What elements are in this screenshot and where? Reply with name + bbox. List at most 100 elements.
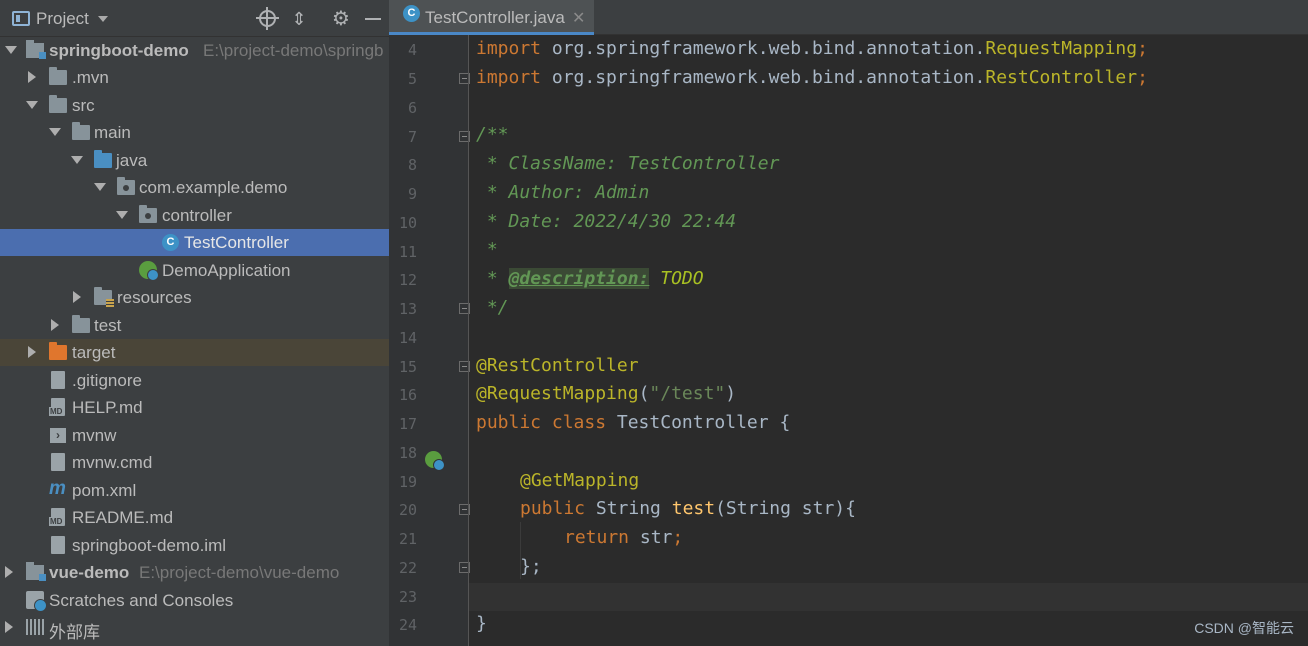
tree-item-label: .mvn [72, 68, 109, 87]
line-number: 16 [398, 386, 417, 404]
project-view-icon [12, 11, 30, 26]
shell-script-icon: › [50, 428, 66, 443]
collapse-all-icon[interactable]: ⇕ [288, 8, 310, 30]
chevron-down-icon[interactable] [5, 46, 17, 54]
tree-item-mvn[interactable]: .mvn [0, 64, 389, 91]
tree-item-mvnw[interactable]: › mvnw [0, 422, 389, 449]
project-view-title[interactable]: Project [36, 9, 89, 29]
line-number: 14 [398, 329, 417, 347]
chevron-down-icon[interactable] [116, 211, 128, 219]
line-number: 12 [398, 271, 417, 289]
tree-item-label: target [72, 343, 116, 362]
java-class-icon: C [403, 5, 420, 22]
tree-item-main[interactable]: main [0, 119, 389, 146]
tree-item-label: controller [162, 206, 232, 225]
chevron-down-icon[interactable] [71, 156, 83, 164]
iml-file-icon [51, 536, 65, 554]
folder-icon [49, 67, 67, 85]
chevron-down-icon[interactable] [98, 16, 108, 22]
tree-item-test[interactable]: test [0, 312, 389, 339]
spring-bean-icon[interactable] [425, 451, 445, 471]
module-folder-icon [26, 40, 46, 59]
tree-item-package-demo[interactable]: com.example.demo [0, 174, 389, 201]
hide-panel-icon[interactable] [362, 8, 384, 30]
code-line-15: @RestController [476, 355, 639, 376]
tree-item-package-controller[interactable]: controller [0, 202, 389, 229]
java-class-icon: C [162, 234, 179, 251]
line-number: 11 [398, 243, 417, 261]
tree-item-java[interactable]: java [0, 147, 389, 174]
tree-item-external-libraries[interactable]: 外部库 [0, 614, 389, 642]
chevron-right-icon[interactable] [5, 566, 13, 578]
code-line-12: * @description: TODO [476, 268, 704, 289]
chevron-down-icon[interactable] [26, 101, 38, 109]
code-line-9: * Author: Admin [476, 182, 650, 203]
line-number: 17 [398, 415, 417, 433]
line-number: 9 [407, 185, 417, 203]
tree-item-label: pom.xml [72, 481, 137, 500]
tree-item-pom-xml[interactable]: m pom.xml [0, 477, 389, 504]
code-line-4: import org.springframework.web.bind.anno… [476, 38, 1148, 59]
tree-item-readme-md[interactable]: README.md [0, 504, 389, 531]
chevron-right-icon[interactable] [5, 621, 13, 633]
tree-item-target[interactable]: target [0, 339, 389, 366]
code-line-22: }; [520, 556, 542, 577]
line-number: 24 [398, 616, 417, 634]
tree-item-springboot-demo[interactable]: springboot-demo E:\project-demo\springb [0, 37, 389, 64]
tree-item-testcontroller[interactable]: C TestController [0, 229, 389, 256]
gear-icon[interactable]: ⚙ [330, 8, 352, 30]
code-line-17: public class TestController { [476, 412, 791, 433]
tree-item-label: springboot-demo.iml [72, 536, 227, 555]
tree-item-scratches[interactable]: Scratches and Consoles [0, 587, 389, 614]
markdown-file-icon [49, 398, 65, 416]
line-number: 20 [398, 501, 417, 519]
tree-item-resources[interactable]: resources [0, 284, 389, 311]
tree-item-gitignore[interactable]: .gitignore [0, 367, 389, 394]
folder-icon [72, 315, 90, 333]
line-number: 10 [398, 214, 417, 232]
tree-item-iml[interactable]: springboot-demo.iml [0, 532, 389, 559]
tree-item-mvnw-cmd[interactable]: mvnw.cmd [0, 449, 389, 476]
line-number: 23 [398, 588, 417, 606]
tree-item-label: java [116, 151, 148, 170]
tree-item-help-md[interactable]: HELP.md [0, 394, 389, 421]
library-icon [26, 619, 44, 635]
tree-item-label: mvnw.cmd [72, 453, 153, 472]
code-line-10: * Date: 2022/4/30 22:44 [476, 211, 737, 232]
watermark: CSDN @智能云 [1194, 620, 1294, 636]
chevron-right-icon[interactable] [28, 346, 36, 358]
chevron-right-icon[interactable] [51, 319, 59, 331]
tree-item-label: TestController [184, 233, 289, 252]
line-number: 18 [398, 444, 417, 462]
code-area[interactable]: import org.springframework.web.bind.anno… [469, 35, 1308, 646]
chevron-right-icon[interactable] [73, 291, 81, 303]
chevron-down-icon[interactable] [49, 128, 61, 136]
folder-icon [49, 95, 67, 113]
editor-gutter: 4 5 6 7 8 9 10 11 12 13 14 15 16 17 18 1… [389, 35, 470, 646]
close-icon[interactable]: ✕ [572, 8, 585, 28]
source-folder-icon [94, 150, 112, 168]
editor-tab-bar: C TestController.java ✕ [389, 0, 1308, 35]
chevron-down-icon[interactable] [94, 183, 106, 191]
tree-item-label: main [94, 123, 131, 142]
tree-item-label: DemoApplication [162, 261, 291, 280]
tree-item-vue-demo[interactable]: vue-demo E:\project-demo\vue-demo [0, 559, 389, 586]
line-number: 19 [398, 473, 417, 491]
tree-item-label: test [94, 316, 122, 335]
tree-item-src[interactable]: src [0, 92, 389, 119]
package-icon [117, 177, 135, 195]
tree-item-label: README.md [72, 508, 174, 527]
tree-item-path: E:\project-demo\springb [203, 41, 384, 60]
code-line-21: return str; [564, 527, 684, 548]
locate-icon[interactable] [255, 7, 279, 30]
tab-testcontroller-java[interactable]: C TestController.java ✕ [389, 0, 594, 35]
chevron-right-icon[interactable] [28, 71, 36, 83]
tree-item-label: mvnw [72, 426, 117, 445]
tree-item-label: com.example.demo [139, 178, 288, 197]
code-line-24: } [476, 613, 487, 634]
tree-item-demoapplication[interactable]: DemoApplication [0, 257, 389, 284]
tree-item-label: src [72, 96, 95, 115]
folder-icon [72, 122, 90, 140]
line-number: 8 [407, 156, 417, 174]
tree-item-label: springboot-demo [49, 41, 189, 60]
